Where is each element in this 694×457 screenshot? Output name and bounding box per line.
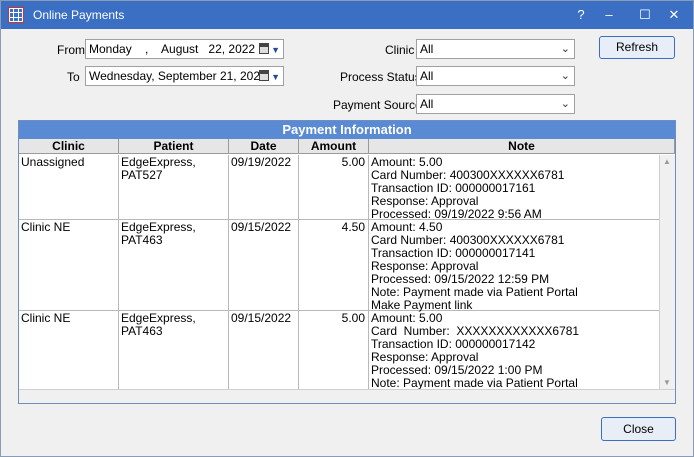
cell-clinic: Clinic NE [19, 311, 119, 389]
window-title: Online Payments [33, 8, 125, 22]
cell-patient: EdgeExpress, PAT463 [119, 311, 229, 389]
scroll-up-icon[interactable]: ▲ [663, 157, 671, 166]
to-date-picker[interactable]: Wednesday, September 21, 2022 ▼ [85, 66, 284, 86]
cell-date: 09/15/2022 [229, 311, 299, 389]
column-header-note[interactable]: Note [369, 139, 675, 154]
cell-clinic: Unassigned [19, 155, 119, 219]
cell-clinic: Clinic NE [19, 220, 119, 310]
to-date-value: Wednesday, September 21, 2022 [89, 69, 267, 83]
process-status-value: All [420, 69, 434, 83]
patient-line: PAT463 [121, 324, 163, 338]
clinic-label: Clinic [385, 43, 415, 57]
table-row[interactable]: Clinic NE EdgeExpress, PAT463 09/15/2022… [19, 220, 659, 312]
from-label: From [57, 43, 85, 57]
scroll-down-icon[interactable]: ▼ [663, 378, 671, 387]
from-date-picker[interactable]: Monday , August 22, 2022 ▼ [85, 39, 284, 59]
horizontal-scrollbar[interactable] [19, 389, 675, 403]
to-label: To [67, 70, 80, 84]
column-header-patient[interactable]: Patient [119, 139, 229, 154]
payment-information-grid: Payment Information Clinic Patient Date … [18, 120, 676, 404]
vertical-scrollbar[interactable]: ▲ ▼ [659, 155, 675, 389]
minimize-button[interactable]: – [598, 5, 620, 25]
cell-note: Amount: 5.00 Card Number: XXXXXXXXXXXX67… [369, 311, 659, 390]
table-row[interactable]: Clinic NE EdgeExpress, PAT463 09/15/2022… [19, 311, 659, 389]
cell-patient: EdgeExpress, PAT527 [119, 155, 229, 219]
help-button[interactable]: ? [570, 5, 592, 25]
cell-note: Amount: 5.00 Card Number: 400300XXXXXX67… [369, 155, 659, 221]
calendar-icon[interactable] [259, 70, 269, 81]
cell-amount: 5.00 [299, 155, 369, 219]
cell-patient: EdgeExpress, PAT463 [119, 220, 229, 310]
chevron-down-icon[interactable]: ▼ [271, 41, 280, 59]
online-payments-window: Online Payments ? – ☐ ✕ From Monday , Au… [0, 0, 694, 457]
grid-title: Payment Information [19, 121, 675, 139]
clinic-value: All [420, 42, 434, 56]
patient-line: PAT527 [121, 168, 163, 182]
close-button[interactable]: Close [601, 417, 676, 441]
chevron-down-icon[interactable]: ⌄ [561, 95, 570, 113]
chevron-down-icon[interactable]: ▼ [271, 68, 280, 86]
chevron-down-icon[interactable]: ⌄ [561, 67, 570, 85]
column-header-date[interactable]: Date [229, 139, 299, 154]
close-window-button[interactable]: ✕ [663, 5, 685, 25]
cell-date: 09/15/2022 [229, 220, 299, 310]
cell-note: Amount: 4.50 Card Number: 400300XXXXXX67… [369, 220, 659, 312]
refresh-button[interactable]: Refresh [599, 36, 675, 59]
note-line: Note: Payment made via Patient Portal [371, 376, 578, 390]
payment-source-value: All [420, 97, 434, 111]
calendar-icon[interactable] [259, 43, 269, 54]
process-status-label: Process Status [340, 70, 421, 84]
from-date-value: Monday , August 22, 2022 [89, 42, 256, 56]
maximize-button[interactable]: ☐ [634, 5, 656, 25]
column-header-amount[interactable]: Amount [299, 139, 369, 154]
patient-line: PAT463 [121, 233, 163, 247]
cell-date: 09/19/2022 [229, 155, 299, 219]
column-header-clinic[interactable]: Clinic [19, 139, 119, 154]
table-row[interactable]: Unassigned EdgeExpress, PAT527 09/19/202… [19, 155, 659, 221]
cell-amount: 4.50 [299, 220, 369, 310]
chevron-down-icon[interactable]: ⌄ [561, 40, 570, 58]
title-bar[interactable]: Online Payments ? – ☐ ✕ [1, 1, 693, 29]
cell-amount: 5.00 [299, 311, 369, 389]
clinic-select[interactable]: All ⌄ [416, 39, 575, 59]
payment-source-label: Payment Source [333, 98, 422, 112]
process-status-select[interactable]: All ⌄ [416, 66, 575, 86]
payment-source-select[interactable]: All ⌄ [416, 94, 575, 114]
app-grid-icon [8, 7, 24, 23]
